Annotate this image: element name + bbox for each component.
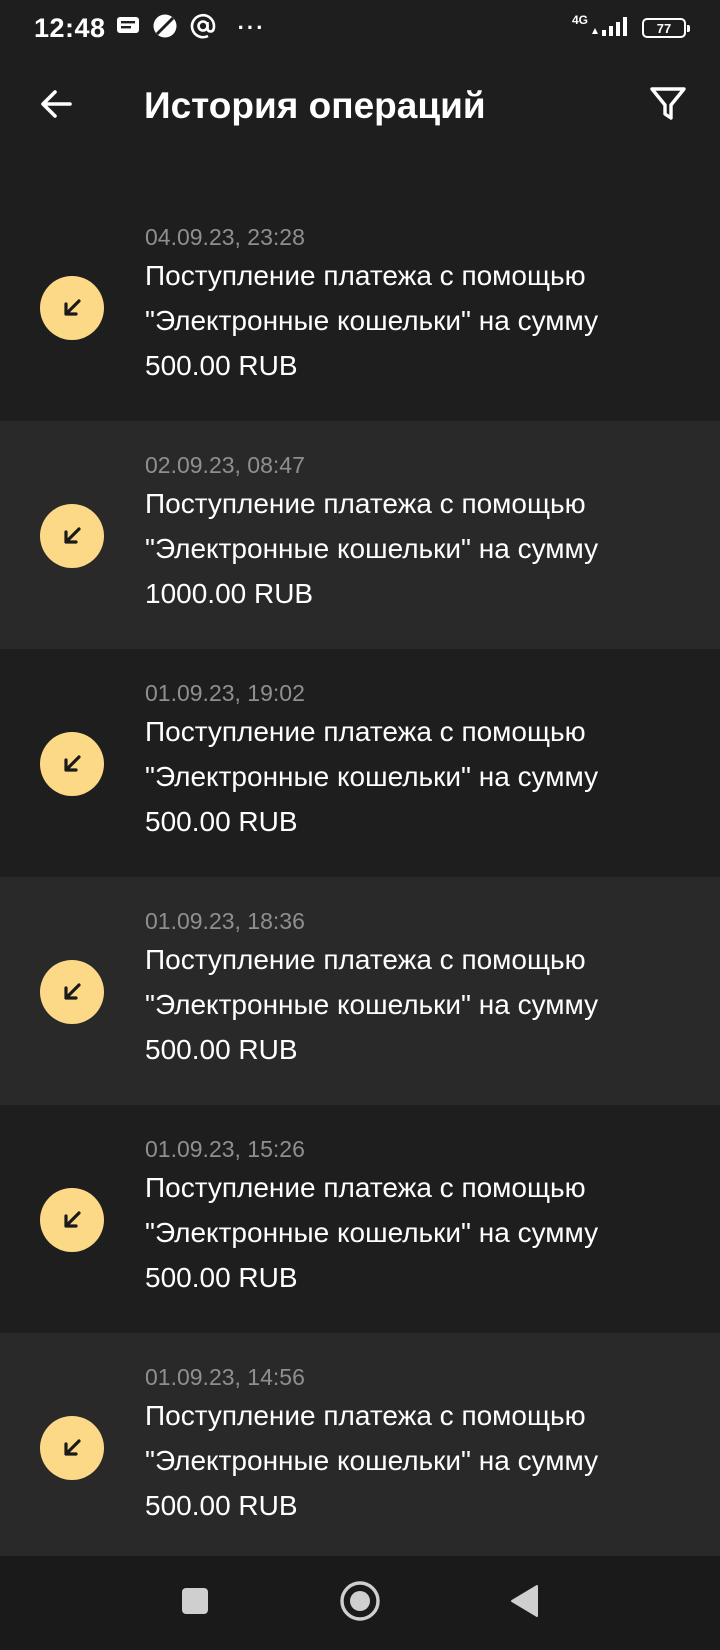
back-button[interactable]: [30, 80, 82, 132]
recents-button[interactable]: [172, 1580, 218, 1626]
operation-date: 04.09.23, 23:28: [145, 224, 305, 250]
operation-date: 02.09.23, 08:47: [145, 452, 305, 478]
arrow-incoming-icon: [40, 276, 104, 340]
arrow-incoming-icon: [40, 1416, 104, 1480]
operation-text: 01.09.23, 15:26 Поступление платежа с по…: [145, 1135, 705, 1300]
operation-description-line: "Электронные кошельки" на сумму: [145, 989, 599, 1020]
network-type: 4G: [571, 13, 588, 27]
operations-list: 04.09.23, 23:28 Поступление платежа с по…: [0, 193, 720, 1561]
status-bar: 12:48 ··· 4G 77: [0, 0, 720, 56]
arrow-incoming-icon: [40, 1188, 104, 1252]
operation-item[interactable]: 04.09.23, 23:28 Поступление платежа с по…: [0, 193, 720, 421]
filter-icon: [648, 84, 688, 129]
message-icon: [116, 16, 140, 41]
operation-item[interactable]: 02.09.23, 08:47 Поступление платежа с по…: [0, 421, 720, 649]
operation-description-line: "Электронные кошельки" на сумму: [145, 305, 599, 336]
arrow-left-icon: [36, 84, 76, 129]
operation-text: 01.09.23, 14:56 Поступление платежа с по…: [145, 1363, 705, 1528]
operation-description-line: Поступление платежа с помощью: [145, 1172, 586, 1203]
operation-description: Поступление платежа с помощью "Электронн…: [145, 481, 705, 616]
operation-date: 01.09.23, 18:36: [145, 908, 305, 934]
operation-date: 01.09.23, 19:02: [145, 680, 305, 706]
battery-level: 77: [656, 20, 672, 36]
operation-description-line: Поступление платежа с помощью: [145, 260, 586, 291]
operation-date: 01.09.23, 15:26: [145, 1136, 305, 1162]
operation-description: Поступление платежа с помощью "Электронн…: [145, 253, 705, 388]
operation-description-line: "Электронные кошельки" на сумму: [145, 533, 599, 564]
operation-item[interactable]: 01.09.23, 15:26 Поступление платежа с по…: [0, 1105, 720, 1333]
battery-icon: 77: [642, 18, 690, 38]
vpn-icon: [152, 13, 178, 44]
operation-description: Поступление платежа с помощью "Электронн…: [145, 709, 705, 844]
triangle-back-icon: [509, 1584, 541, 1623]
more-notifications-icon: ···: [237, 15, 266, 40]
operation-description: Поступление платежа с помощью "Электронн…: [145, 937, 705, 1072]
operation-amount: 500.00 RUB: [145, 1262, 298, 1293]
operation-amount: 1000.00 RUB: [145, 578, 314, 609]
system-back-button[interactable]: [502, 1580, 548, 1626]
operation-description-line: "Электронные кошельки" на сумму: [145, 761, 599, 792]
system-nav-bar: [0, 1556, 720, 1650]
operation-date: 01.09.23, 14:56: [145, 1364, 305, 1390]
operation-text: 01.09.23, 19:02 Поступление платежа с по…: [145, 679, 705, 844]
operation-description-line: "Электронные кошельки" на сумму: [145, 1217, 599, 1248]
page-title: История операций: [144, 85, 486, 126]
operation-item[interactable]: 01.09.23, 19:02 Поступление платежа с по…: [0, 649, 720, 877]
arrow-incoming-icon: [40, 732, 104, 796]
operation-text: 02.09.23, 08:47 Поступление платежа с по…: [145, 451, 705, 616]
at-sign-icon: [190, 13, 216, 44]
operation-item[interactable]: 01.09.23, 14:56 Поступление платежа с по…: [0, 1333, 720, 1561]
operation-amount: 500.00 RUB: [145, 1034, 298, 1065]
filter-button[interactable]: [642, 80, 694, 132]
app-bar: История операций: [0, 56, 720, 156]
operation-amount: 500.00 RUB: [145, 350, 298, 381]
operation-description-line: Поступление платежа с помощью: [145, 944, 586, 975]
home-button[interactable]: [337, 1580, 383, 1626]
circle-home-icon: [339, 1580, 381, 1627]
arrow-incoming-icon: [40, 504, 104, 568]
operation-amount: 500.00 RUB: [145, 1490, 298, 1521]
operation-description-line: Поступление платежа с помощью: [145, 1400, 586, 1431]
operation-description: Поступление платежа с помощью "Электронн…: [145, 1393, 705, 1528]
status-time: 12:48: [34, 12, 106, 43]
operation-item[interactable]: 01.09.23, 18:36 Поступление платежа с по…: [0, 877, 720, 1105]
status-notification-icons: ···: [116, 13, 266, 44]
operation-text: 04.09.23, 23:28 Поступление платежа с по…: [145, 223, 705, 388]
operation-description-line: Поступление платежа с помощью: [145, 488, 586, 519]
operation-description-line: Поступление платежа с помощью: [145, 716, 586, 747]
signal-icon: [590, 14, 634, 43]
operation-description: Поступление платежа с помощью "Электронн…: [145, 1165, 705, 1300]
square-recents-icon: [180, 1586, 210, 1621]
status-system-icons: 4G 77: [571, 13, 690, 43]
operation-text: 01.09.23, 18:36 Поступление платежа с по…: [145, 907, 705, 1072]
operation-amount: 500.00 RUB: [145, 806, 298, 837]
operation-description-line: "Электронные кошельки" на сумму: [145, 1445, 599, 1476]
arrow-incoming-icon: [40, 960, 104, 1024]
